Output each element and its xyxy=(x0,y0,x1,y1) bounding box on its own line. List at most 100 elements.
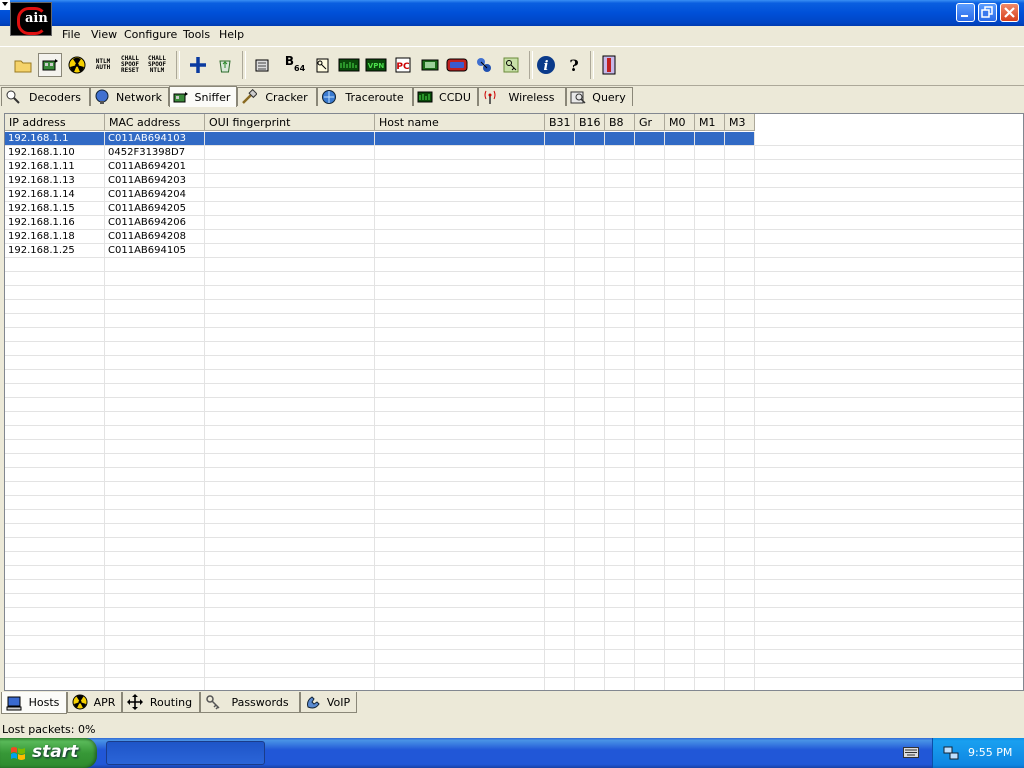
lsa-secrets-button[interactable] xyxy=(310,53,334,77)
table-row[interactable]: 192.168.1.15 C011AB694205 xyxy=(5,202,755,216)
table-row[interactable]: 192.168.1.14 C011AB694204 xyxy=(5,188,755,202)
tab-ccdu[interactable]: CCDU xyxy=(413,87,478,106)
tab-routing[interactable]: Routing xyxy=(122,692,200,713)
column-header-hostname[interactable]: Host name xyxy=(375,114,545,131)
network-connection-icon[interactable] xyxy=(943,745,959,761)
column-header-m0[interactable]: M0 xyxy=(665,114,695,131)
minimize-button[interactable] xyxy=(956,3,975,22)
table-row[interactable]: 192.168.1.11 C011AB694201 xyxy=(5,160,755,174)
title-bar xyxy=(0,0,1024,26)
dump-button[interactable] xyxy=(418,53,442,77)
chall-spoof-reset-button[interactable]: CHALL SPOOF RESET xyxy=(118,53,142,77)
cell-oui xyxy=(205,132,375,145)
svg-text:i: i xyxy=(544,59,549,74)
cell-m0 xyxy=(665,174,695,187)
table-row[interactable]: 192.168.1.1 C011AB694103 xyxy=(5,132,755,146)
hash-calc-button[interactable] xyxy=(472,53,496,77)
chall-spoof-reset-label: CHALL SPOOF RESET xyxy=(120,55,140,74)
open-folder-button[interactable] xyxy=(11,53,35,77)
tab-sniffer[interactable]: Sniffer xyxy=(169,86,237,107)
column-header-oui[interactable]: OUI fingerprint xyxy=(205,114,375,131)
column-header-mac[interactable]: MAC address xyxy=(105,114,205,131)
ntlm-auth-button[interactable]: NTLM AUTH xyxy=(91,53,115,77)
table-row[interactable]: 192.168.1.10 0452F31398D7 xyxy=(5,146,755,160)
column-header-m3[interactable]: M3 xyxy=(725,114,755,131)
cell-b31 xyxy=(545,146,575,159)
tab-query[interactable]: Query xyxy=(566,87,633,106)
menu-file[interactable]: File xyxy=(62,28,80,41)
menu-view[interactable]: View xyxy=(91,28,117,41)
tab-voip[interactable]: VoIP xyxy=(300,692,357,713)
help-button[interactable]: ? xyxy=(562,53,586,77)
column-header-m1[interactable]: M1 xyxy=(695,114,725,131)
wireless-key-button[interactable] xyxy=(445,53,469,77)
tab-traceroute[interactable]: Traceroute xyxy=(317,87,413,106)
start-sniffer-button[interactable] xyxy=(38,53,62,77)
cell-mac: C011AB694203 xyxy=(108,175,186,186)
table-row[interactable]: 192.168.1.25 C011AB694105 xyxy=(5,244,755,258)
top-tab-strip: Decoders Network Sniffer Cracker Tracero… xyxy=(0,86,1024,108)
toolbar-separator xyxy=(242,51,246,79)
menu-configure[interactable]: Configure xyxy=(124,28,177,41)
cell-b31 xyxy=(545,244,575,257)
table-row[interactable]: 192.168.1.13 C011AB694203 xyxy=(5,174,755,188)
cell-b8 xyxy=(605,230,635,243)
column-header-gr[interactable]: Gr xyxy=(635,114,665,131)
voip-icon xyxy=(305,694,321,710)
close-button[interactable] xyxy=(1000,3,1019,22)
password-dump-button[interactable] xyxy=(499,53,523,77)
taskbar-window-button[interactable] xyxy=(106,741,265,765)
cell-mac: C011AB694204 xyxy=(108,189,186,200)
hosts-table[interactable]: IP address MAC address OUI fingerprint H… xyxy=(4,113,1024,691)
tab-label: Network xyxy=(116,90,162,104)
chall-spoof-ntlm-button[interactable]: CHALL SPOOF NTLM xyxy=(145,53,169,77)
restore-button[interactable] xyxy=(978,3,997,22)
tab-hosts[interactable]: Hosts xyxy=(1,692,67,714)
cell-m3 xyxy=(725,146,755,159)
pc-anywhere-button[interactable]: PC xyxy=(391,53,415,77)
column-header-b8[interactable]: B8 xyxy=(605,114,635,131)
cell-oui xyxy=(205,216,375,229)
table-row[interactable]: 192.168.1.16 C011AB694206 xyxy=(5,216,755,230)
tab-wireless[interactable]: Wireless xyxy=(478,87,566,106)
column-header-b16[interactable]: B16 xyxy=(575,114,605,131)
menu-tools[interactable]: Tools xyxy=(183,28,210,41)
base64-button[interactable]: B64 xyxy=(283,53,307,77)
cell-b31 xyxy=(545,230,575,243)
start-apr-button[interactable] xyxy=(65,53,89,77)
cell-gr xyxy=(635,132,665,145)
cell-m3 xyxy=(725,230,755,243)
cell-b8 xyxy=(605,132,635,145)
cell-gr xyxy=(635,202,665,215)
cell-ip: 192.168.1.11 xyxy=(8,161,75,172)
cell-b8 xyxy=(605,216,635,229)
base64-icon: B64 xyxy=(284,54,306,73)
rdp-button[interactable] xyxy=(337,53,361,77)
add-to-list-button[interactable] xyxy=(186,53,210,77)
column-header-b31[interactable]: B31 xyxy=(545,114,575,131)
cell-m0 xyxy=(665,244,695,257)
exit-button[interactable] xyxy=(597,53,621,77)
column-divider xyxy=(634,132,635,690)
tab-decoders[interactable]: Decoders xyxy=(1,87,90,106)
cell-b16 xyxy=(575,132,605,145)
start-button[interactable]: start xyxy=(0,738,97,768)
clock[interactable]: 9:55 PM xyxy=(968,746,1012,759)
about-button[interactable]: i xyxy=(534,53,558,77)
cell-b16 xyxy=(575,146,605,159)
table-row[interactable]: 192.168.1.18 C011AB694208 xyxy=(5,230,755,244)
tab-cracker[interactable]: Cracker xyxy=(237,87,317,106)
network-tools-icon xyxy=(477,58,491,72)
system-menu-icon[interactable] xyxy=(0,0,10,10)
key-icon xyxy=(503,57,519,73)
menu-help[interactable]: Help xyxy=(219,28,244,41)
column-divider xyxy=(574,132,575,690)
column-header-ip[interactable]: IP address xyxy=(5,114,105,131)
keyboard-icon[interactable] xyxy=(903,747,919,758)
cisco-hash-button[interactable] xyxy=(250,53,274,77)
vpn-button[interactable]: VPN xyxy=(364,53,388,77)
remove-button[interactable] xyxy=(213,53,237,77)
tab-apr[interactable]: APR xyxy=(67,692,122,713)
tab-passwords[interactable]: Passwords xyxy=(200,692,300,713)
tab-network[interactable]: Network xyxy=(90,87,169,106)
